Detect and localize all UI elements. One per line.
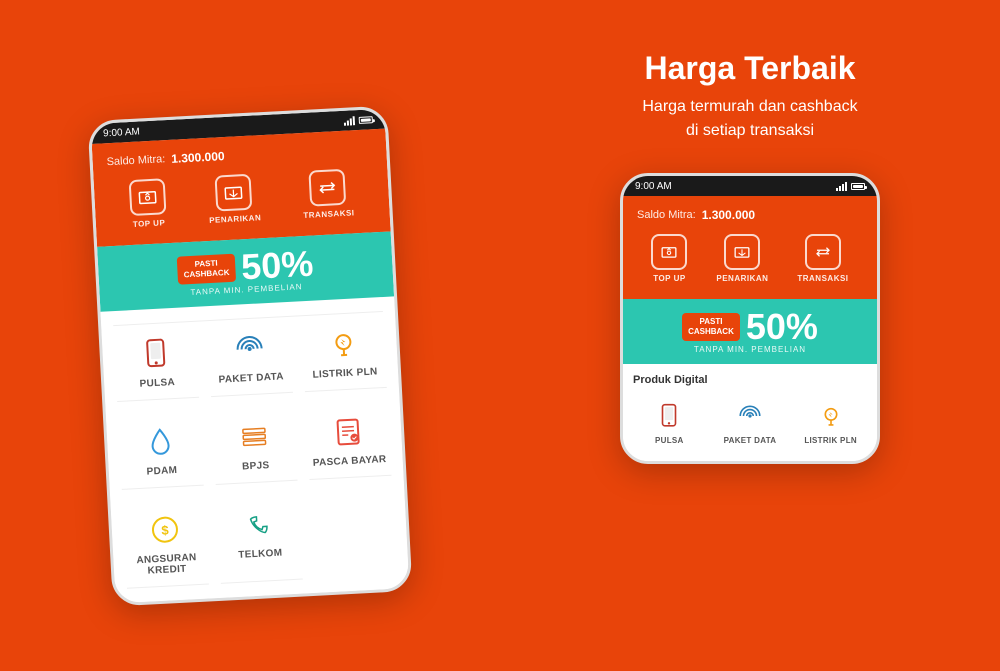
paketdata-icon-left — [229, 327, 271, 369]
product-pulsa-left[interactable]: PULSA — [113, 321, 199, 401]
right-panel: Harga Terbaik Harga termurah dan cashbac… — [500, 0, 1000, 671]
cashback-percent-right: 50% — [746, 309, 818, 345]
angsuran-label-left: ANGSURAN KREDIT — [129, 551, 204, 577]
status-icons-right — [836, 181, 865, 191]
penarikan-icon-left — [215, 173, 253, 211]
cashback-main-row-right: PASTI CASHBACK 50% — [682, 309, 818, 345]
saldo-amount-right: 1.300.000 — [702, 208, 755, 222]
left-phone-mockup: 9:00 AM Saldo Mitra: 1.300.000 — [87, 105, 412, 606]
action-row-left: TOP UP PENARIKAN — [108, 167, 376, 234]
product-section-right: Produk Digital PULSA — [623, 364, 877, 461]
cashback-badge-left: PASTI CASHBACK — [177, 253, 236, 285]
product-grid-right: PULSA PAKET DATA — [633, 394, 867, 451]
transaksi-icon-left — [309, 168, 347, 206]
transaksi-icon-right — [805, 234, 841, 270]
telkom-label-left: TELKOM — [238, 547, 283, 560]
phone-header-right: Saldo Mitra: 1.300.000 TOP UP — [623, 196, 877, 299]
pdam-label-left: PDAM — [146, 464, 177, 477]
paketdata-label-left: PAKET DATA — [218, 371, 284, 385]
action-topup-left[interactable]: TOP UP — [129, 178, 168, 229]
product-paketdata-right[interactable]: PAKET DATA — [714, 394, 787, 451]
pulsa-label-left: PULSA — [139, 376, 175, 389]
product-paketdata-left[interactable]: PAKET DATA — [207, 316, 293, 396]
telkom-icon-left — [238, 503, 280, 545]
listrik-icon-right — [815, 400, 847, 432]
battery-icon — [359, 115, 373, 123]
status-time-left: 9:00 AM — [103, 125, 140, 138]
bpjs-label-left: BPJS — [242, 460, 270, 472]
pulsa-icon-left — [135, 332, 177, 374]
action-row-right: TOP UP PENARIKAN — [637, 234, 863, 287]
topup-icon-right — [651, 234, 687, 270]
angsuran-icon-left: $ — [144, 508, 186, 550]
product-section-left: PULSA PAKET DATA — [100, 296, 409, 603]
product-pdam-left[interactable]: PDAM — [118, 409, 204, 489]
topup-label-left: TOP UP — [133, 218, 166, 229]
topup-label-right: TOP UP — [653, 274, 686, 283]
right-phone-wrapper: 9:00 AM Saldo Mitra: 1.300.000 — [500, 173, 1000, 464]
listrik-label-right: LISTRIK PLN — [804, 436, 857, 445]
product-angsuran-left[interactable]: $ ANGSURAN KREDIT — [122, 497, 208, 588]
saldo-label-left: Saldo Mitra: — [106, 153, 165, 168]
product-pulsa-right[interactable]: PULSA — [633, 394, 706, 451]
cashback-percent-left: 50% — [240, 245, 314, 285]
topup-icon-left — [129, 178, 167, 216]
pascabayar-icon-left — [327, 410, 369, 452]
signal-icon-right — [836, 181, 847, 191]
left-panel: 9:00 AM Saldo Mitra: 1.300.000 — [0, 0, 500, 671]
status-bar-right: 9:00 AM — [623, 176, 877, 196]
paketdata-label-right: PAKET DATA — [724, 436, 777, 445]
tanpa-min-right: TANPA MIN. PEMBELIAN — [694, 345, 806, 354]
saldo-label-right: Saldo Mitra: — [637, 209, 696, 221]
product-pascabayar-left[interactable]: PASCA BAYAR — [306, 399, 392, 479]
right-text-block: Harga Terbaik Harga termurah dan cashbac… — [642, 50, 857, 143]
produk-title-right: Produk Digital — [633, 374, 867, 386]
pulsa-label-right: PULSA — [655, 436, 684, 445]
bpjs-icon-left — [233, 415, 275, 457]
pascabayar-label-left: PASCA BAYAR — [313, 454, 387, 469]
penarikan-icon-right — [724, 234, 760, 270]
main-title: Harga Terbaik — [642, 50, 857, 87]
action-transaksi-left[interactable]: TRANSAKSI — [301, 168, 355, 220]
product-grid-left: PULSA PAKET DATA — [113, 310, 396, 588]
action-topup-right[interactable]: TOP UP — [651, 234, 687, 283]
penarikan-label-right: PENARIKAN — [716, 274, 768, 283]
product-bpjs-left[interactable]: BPJS — [212, 404, 298, 484]
cashback-badge-right: PASTI CASHBACK — [682, 313, 740, 342]
status-icons-left — [344, 114, 373, 126]
battery-icon-right — [851, 183, 865, 190]
status-time-right: 9:00 AM — [635, 181, 672, 192]
pdam-icon-left — [139, 420, 181, 462]
paketdata-icon-right — [734, 400, 766, 432]
action-transaksi-right[interactable]: TRANSAKSI — [797, 234, 848, 283]
cashback-banner-right: PASTI CASHBACK 50% TANPA MIN. PEMBELIAN — [623, 299, 877, 364]
saldo-amount-left: 1.300.000 — [171, 149, 225, 166]
penarikan-label-left: PENARIKAN — [209, 213, 261, 225]
right-phone-mockup: 9:00 AM Saldo Mitra: 1.300.000 — [620, 173, 880, 464]
main-subtitle: Harga termurah dan cashbackdi setiap tra… — [642, 95, 857, 143]
saldo-row-right: Saldo Mitra: 1.300.000 — [637, 208, 863, 222]
phone-header-left: Saldo Mitra: 1.300.000 TOP UP — [92, 128, 391, 246]
saldo-row-left: Saldo Mitra: 1.300.000 — [106, 141, 372, 169]
transaksi-label-right: TRANSAKSI — [797, 274, 848, 283]
action-penarikan-right[interactable]: PENARIKAN — [716, 234, 768, 283]
svg-text:$: $ — [161, 522, 170, 537]
transaksi-label-left: TRANSAKSI — [303, 208, 355, 220]
pulsa-icon-right — [653, 400, 685, 432]
listrik-label-left: LISTRIK PLN — [312, 366, 377, 380]
product-telkom-left[interactable]: TELKOM — [216, 492, 302, 583]
action-penarikan-left[interactable]: PENARIKAN — [207, 173, 262, 225]
product-listrik-right[interactable]: LISTRIK PLN — [794, 394, 867, 451]
listrik-icon-left — [322, 323, 364, 365]
signal-icon — [344, 115, 356, 126]
product-listrik-left[interactable]: LISTRIK PLN — [301, 311, 387, 391]
